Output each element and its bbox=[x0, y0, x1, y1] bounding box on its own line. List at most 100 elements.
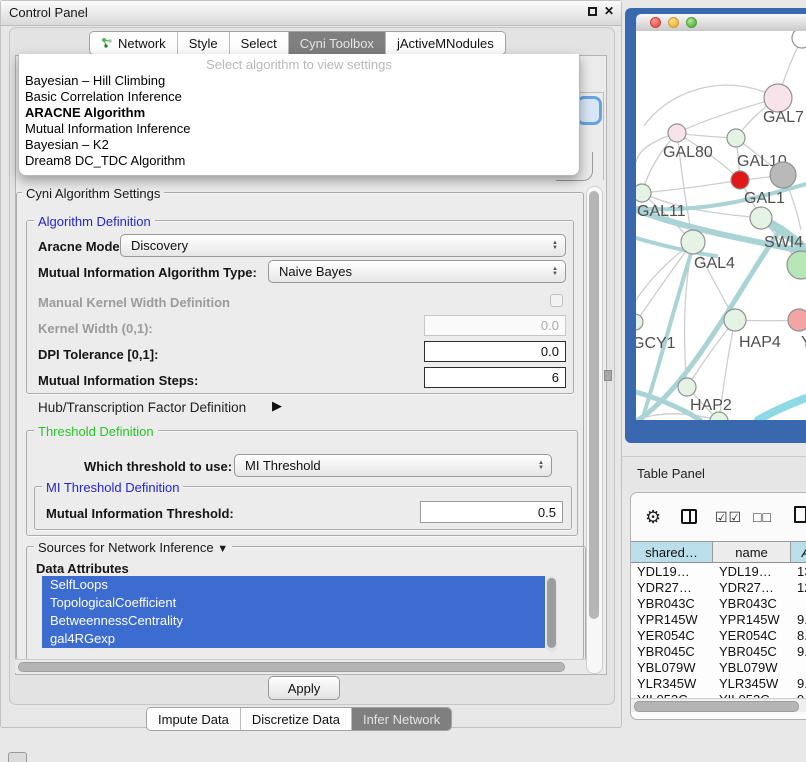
float-panel-button[interactable] bbox=[588, 7, 597, 16]
network-canvas[interactable]: GAL7GAL80GAL10GAL1GAL11SWI4GAL4GCY1HAP4Y… bbox=[636, 31, 806, 420]
table-hscrollbar[interactable] bbox=[631, 698, 806, 712]
apply-button[interactable]: Apply bbox=[268, 676, 340, 700]
network-node[interactable] bbox=[770, 162, 796, 188]
column-header-shared-name[interactable]: shared… bbox=[631, 542, 713, 562]
tab-impute-data[interactable]: Impute Data bbox=[147, 708, 241, 730]
table-cell: YBL079W bbox=[713, 660, 791, 675]
data-attribute-item[interactable]: BetweennessCentrality bbox=[42, 612, 545, 630]
zoom-traffic-light[interactable] bbox=[686, 17, 697, 28]
collapse-down-icon[interactable]: ▼ bbox=[217, 543, 228, 555]
close-panel-icon[interactable]: ✕ bbox=[604, 4, 614, 18]
table-cell: 9. bbox=[791, 644, 806, 659]
tab-cyni-toolbox[interactable]: Cyni Toolbox bbox=[289, 32, 386, 54]
table-row[interactable]: YPR145WYPR145W9. bbox=[631, 611, 806, 627]
network-node-label: HAP2 bbox=[690, 397, 732, 414]
column-header-partial[interactable]: A bbox=[791, 542, 806, 562]
algorithm-list: Bayesian – Hill ClimbingBasic Correlatio… bbox=[19, 73, 579, 169]
data-attributes-list: SelfLoopsTopologicalCoefficientBetweenne… bbox=[42, 576, 545, 652]
tab-style[interactable]: Style bbox=[178, 32, 230, 54]
aracne-mode-label: Aracne Mode: bbox=[38, 239, 124, 254]
manual-kernel-width-checkbox[interactable] bbox=[550, 294, 563, 307]
algorithm-option[interactable]: Bayesian – K2 bbox=[19, 137, 579, 153]
network-node[interactable] bbox=[727, 129, 745, 147]
network-node[interactable] bbox=[724, 309, 746, 331]
export-table-icon[interactable] bbox=[794, 506, 806, 523]
tab-jactivemnodules[interactable]: jActiveMNodules bbox=[386, 32, 505, 54]
minimize-traffic-light[interactable] bbox=[668, 17, 679, 28]
table-toolbar: ⚙ ☑☑ □□ bbox=[631, 499, 806, 537]
network-node[interactable] bbox=[792, 31, 806, 48]
aracne-mode-select[interactable]: Discovery ▲▼ bbox=[120, 234, 566, 257]
data-attribute-item[interactable]: gal4RGexp bbox=[42, 630, 545, 648]
table-row[interactable]: YBL079WYBL079W bbox=[631, 659, 806, 675]
dpi-tolerance-input[interactable]: 0.0 bbox=[424, 341, 566, 362]
tab-infer-network[interactable]: Infer Network bbox=[352, 708, 451, 730]
table-row[interactable]: YLR345WYLR345W9. bbox=[631, 675, 806, 691]
hidden-groupbox-fragment bbox=[580, 92, 603, 93]
network-node-label: GAL7 bbox=[763, 109, 804, 126]
attributes-scrollbar[interactable] bbox=[546, 576, 557, 652]
table-row[interactable]: YDL19…YDL19…13 bbox=[631, 563, 806, 579]
network-node[interactable] bbox=[731, 171, 749, 189]
table-row[interactable]: YIL053CYIL053C9 bbox=[631, 691, 806, 698]
data-attributes-label: Data Attributes bbox=[36, 561, 129, 576]
tab-infer-network-label: Infer Network bbox=[363, 712, 440, 727]
algorithm-option[interactable]: Bayesian – Hill Climbing bbox=[19, 73, 579, 89]
split-columns-icon[interactable] bbox=[681, 509, 697, 524]
tab-select[interactable]: Select bbox=[230, 32, 289, 54]
table-row[interactable]: YER054CYER054C8. bbox=[631, 627, 806, 643]
which-threshold-select[interactable]: MI Threshold ▲▼ bbox=[234, 454, 552, 477]
apply-button-label: Apply bbox=[288, 681, 321, 696]
data-attribute-item[interactable]: TopologicalCoefficient bbox=[42, 594, 545, 612]
which-threshold-label: Which threshold to use: bbox=[84, 459, 232, 474]
network-node[interactable] bbox=[681, 230, 705, 254]
mi-threshold-input[interactable]: 0.5 bbox=[420, 501, 563, 523]
network-node[interactable] bbox=[788, 309, 806, 331]
kernel-width-input[interactable]: 0.0 bbox=[424, 315, 566, 336]
algorithm-option[interactable]: Basic Correlation Inference bbox=[19, 89, 579, 105]
tab-jactivemnodules-label: jActiveMNodules bbox=[397, 36, 494, 51]
dpi-tolerance-label: DPI Tolerance [0,1]: bbox=[38, 347, 158, 362]
data-attribute-item[interactable]: SelfLoops bbox=[42, 576, 545, 594]
network-node-label: GAL80 bbox=[663, 144, 713, 161]
splitpane-divider-handle[interactable] bbox=[604, 370, 612, 381]
table-row[interactable]: YBR045CYBR045C9. bbox=[631, 643, 806, 659]
table-row[interactable]: YDR27…YDR27…12 bbox=[631, 579, 806, 595]
table-cell: YER054C bbox=[631, 628, 713, 643]
algorithm-option[interactable]: ARACNE Algorithm bbox=[19, 105, 579, 121]
mi-threshold-value: 0.5 bbox=[538, 505, 556, 520]
checked-columns-icon[interactable]: ☑☑ bbox=[715, 509, 742, 526]
table-cell: 12 bbox=[791, 580, 806, 595]
table-cell: YER054C bbox=[713, 628, 791, 643]
control-panel-titlebar[interactable]: Control Panel ✕ bbox=[1, 1, 621, 26]
algorithm-option[interactable]: Dream8 DC_TDC Algorithm bbox=[19, 153, 579, 169]
network-window-titlebar[interactable] bbox=[636, 14, 806, 32]
tab-discretize-data[interactable]: Discretize Data bbox=[241, 708, 352, 730]
table-cell: YBR045C bbox=[713, 644, 791, 659]
network-node[interactable] bbox=[636, 314, 643, 330]
settings-vscrollbar[interactable] bbox=[586, 186, 603, 674]
expand-right-icon[interactable]: ▶ bbox=[272, 398, 282, 414]
column-header-name[interactable]: name bbox=[713, 542, 791, 562]
network-node[interactable] bbox=[750, 207, 772, 229]
hub-section-label[interactable]: Hub/Transcription Factor Definition bbox=[38, 400, 246, 415]
mi-algorithm-type-select[interactable]: Naive Bayes ▲▼ bbox=[268, 260, 566, 283]
algorithm-option[interactable]: Mutual Information Inference bbox=[19, 121, 579, 137]
network-node[interactable] bbox=[764, 84, 792, 112]
network-node[interactable] bbox=[668, 124, 686, 142]
combo-arrows-icon: ▲▼ bbox=[531, 461, 551, 471]
tab-network[interactable]: Network bbox=[90, 32, 178, 54]
network-node[interactable] bbox=[787, 251, 806, 279]
minimized-panel-icon[interactable] bbox=[8, 752, 27, 762]
network-view-window[interactable]: GAL7GAL80GAL10GAL1GAL11SWI4GAL4GCY1HAP4Y… bbox=[625, 8, 806, 443]
settings-hscrollbar[interactable] bbox=[15, 659, 603, 673]
gear-icon[interactable]: ⚙ bbox=[645, 507, 661, 528]
network-node[interactable] bbox=[678, 378, 696, 396]
unchecked-columns-icon[interactable]: □□ bbox=[753, 509, 772, 525]
network-edge bbox=[687, 320, 735, 387]
network-node[interactable] bbox=[636, 184, 651, 202]
table-row[interactable]: YBR043CYBR043C bbox=[631, 595, 806, 611]
tab-impute-data-label: Impute Data bbox=[158, 712, 229, 727]
close-traffic-light[interactable] bbox=[650, 17, 661, 28]
mi-steps-input[interactable]: 6 bbox=[424, 367, 566, 388]
